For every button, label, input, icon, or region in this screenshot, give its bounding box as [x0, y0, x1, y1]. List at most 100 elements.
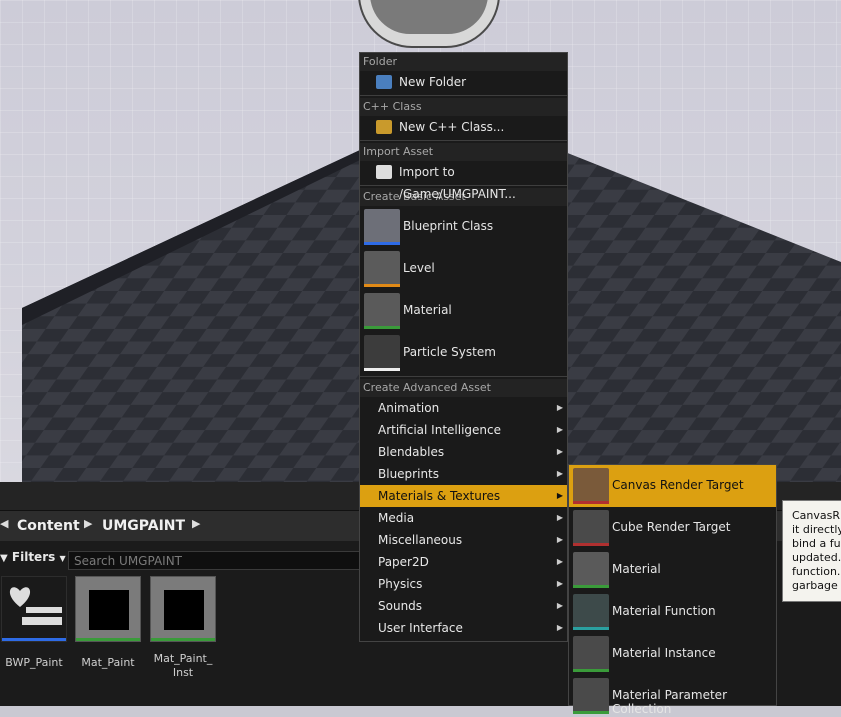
divider [360, 376, 567, 377]
menu-item-artificial-intelligence[interactable]: Artificial Intelligence ▶ [360, 419, 567, 441]
filter-icon: ▼ [0, 553, 8, 564]
filters-label: Filters [11, 550, 56, 564]
menu-item-miscellaneous[interactable]: Miscellaneous ▶ [360, 529, 567, 551]
submenu-item-material-parameter-collection[interactable]: Material Parameter Collection [569, 675, 776, 717]
section-header: C++ Class [360, 98, 567, 116]
chevron-down-icon: ▼ [59, 554, 66, 563]
divider [360, 95, 567, 96]
asset-label: Mat_Paint_ Inst [143, 652, 223, 680]
chevron-right-icon[interactable]: ▶ [192, 517, 200, 530]
level-item[interactable]: Level [360, 248, 567, 290]
section-header: Import Asset [360, 143, 567, 161]
level-icon [364, 251, 400, 287]
asset-label: Mat_Paint [81, 656, 135, 669]
chevron-right-icon: ▶ [556, 513, 563, 522]
menu-item-label: Material [612, 562, 661, 576]
chevron-right-icon: ▶ [556, 425, 563, 434]
breadcrumb-content[interactable]: Content [17, 518, 80, 534]
material-instance-thumbnail [164, 590, 204, 630]
asset-tile-mat-paint[interactable] [75, 576, 141, 642]
menu-item-label: Canvas Render Target [612, 478, 744, 492]
menu-item-physics[interactable]: Physics ▶ [360, 573, 567, 595]
menu-item-label: Animation [378, 401, 440, 415]
chevron-right-icon: ▶ [556, 491, 563, 500]
chevron-left-icon[interactable]: ◀ [0, 517, 8, 530]
widget-blueprint-icon [9, 587, 62, 625]
tooltip-line: it directly [792, 523, 841, 536]
chevron-right-icon: ▶ [556, 535, 563, 544]
divider [360, 140, 567, 141]
import-item[interactable]: Import to /Game/UMGPAINT... [360, 161, 567, 201]
material-icon [364, 293, 400, 329]
import-icon [376, 165, 392, 179]
submenu-item-canvas-render-target[interactable]: Canvas Render Target [569, 465, 776, 507]
new-folder-icon [376, 75, 392, 89]
material-function-icon [573, 594, 609, 630]
submenu-item-cube-render-target[interactable]: Cube Render Target [569, 507, 776, 549]
blueprint-class-icon [364, 209, 400, 245]
menu-item-label: Material [403, 303, 452, 317]
menu-item-paper2d[interactable]: Paper2D ▶ [360, 551, 567, 573]
menu-item-label: Particle System [403, 345, 496, 359]
chevron-right-icon: ▶ [556, 469, 563, 478]
tooltip-line: bind a fu [792, 537, 841, 550]
material-instance-icon [573, 636, 609, 672]
menu-item-blueprints[interactable]: Blueprints ▶ [360, 463, 567, 485]
menu-item-label: Material Parameter Collection [612, 688, 727, 716]
menu-item-label: User Interface [378, 621, 463, 635]
menu-item-label: Sounds [378, 599, 423, 613]
menu-item-label: Blueprint Class [403, 219, 494, 233]
tooltip-line: CanvasR [792, 509, 841, 522]
tooltip-line: updated. [792, 551, 841, 564]
menu-item-label: Material Function [612, 604, 716, 618]
chevron-right-icon: ▶ [556, 601, 563, 610]
menu-item-label: Level [403, 261, 435, 275]
material-parameter-collection-icon [573, 678, 609, 714]
asset-tile-bwp-paint[interactable] [1, 576, 67, 642]
asset-tile-mat-paint-inst[interactable] [150, 576, 216, 642]
cube-render-target-icon [573, 510, 609, 546]
menu-item-label: Paper2D [378, 555, 429, 569]
menu-item-media[interactable]: Media ▶ [360, 507, 567, 529]
section-header: Folder [360, 53, 567, 71]
submenu-item-material[interactable]: Material [569, 549, 776, 591]
new-cpp-class-item[interactable]: New C++ Class... [360, 116, 567, 138]
menu-item-label: Material Instance [612, 646, 716, 660]
material-item[interactable]: Material [360, 290, 567, 332]
material-thumbnail [89, 590, 129, 630]
chevron-right-icon: ▶ [556, 579, 563, 588]
chevron-right-icon: ▶ [556, 403, 563, 412]
search-input[interactable]: Search UMGPAINT [68, 551, 368, 570]
chevron-right-icon: ▶ [556, 557, 563, 566]
menu-item-label: Blendables [378, 445, 445, 459]
submenu-item-material-instance[interactable]: Material Instance [569, 633, 776, 675]
asset-label-line: Mat_Paint_ [153, 652, 213, 665]
menu-item-label: Blueprints [378, 467, 440, 481]
asset-label: BWP_Paint [5, 656, 63, 669]
particle-system-item[interactable]: Particle System [360, 332, 567, 374]
filters-button[interactable]: ▼ Filters ▼ [0, 550, 66, 570]
menu-item-materials-textures[interactable]: Materials & Textures ▶ [360, 485, 567, 507]
breadcrumb-umgpaint[interactable]: UMGPAINT [102, 518, 185, 534]
menu-item-blendables[interactable]: Blendables ▶ [360, 441, 567, 463]
menu-item-label: Physics [378, 577, 423, 591]
canvas-render-target-icon [573, 468, 609, 504]
new-folder-item[interactable]: New Folder [360, 71, 567, 93]
menu-item-user-interface[interactable]: User Interface ▶ [360, 617, 567, 639]
blueprint-class-item[interactable]: Blueprint Class [360, 206, 567, 248]
menu-item-sounds[interactable]: Sounds ▶ [360, 595, 567, 617]
menu-item-label: Cube Render Target [612, 520, 731, 534]
chevron-right-icon[interactable]: ▶ [84, 517, 92, 530]
chevron-right-icon: ▶ [556, 447, 563, 456]
cpp-class-icon [376, 120, 392, 134]
submenu-item-material-function[interactable]: Material Function [569, 591, 776, 633]
section-header: Create Advanced Asset [360, 379, 567, 397]
tooltip: CanvasR it directly bind a fu updated. f… [782, 500, 841, 602]
menu-item-label: Media [378, 511, 415, 525]
chevron-right-icon: ▶ [556, 623, 563, 632]
menu-item-label: Miscellaneous [378, 533, 463, 547]
asset-label-line: Inst [172, 666, 194, 679]
material-icon [573, 552, 609, 588]
tooltip-line: garbage c [792, 579, 841, 592]
menu-item-animation[interactable]: Animation ▶ [360, 397, 567, 419]
